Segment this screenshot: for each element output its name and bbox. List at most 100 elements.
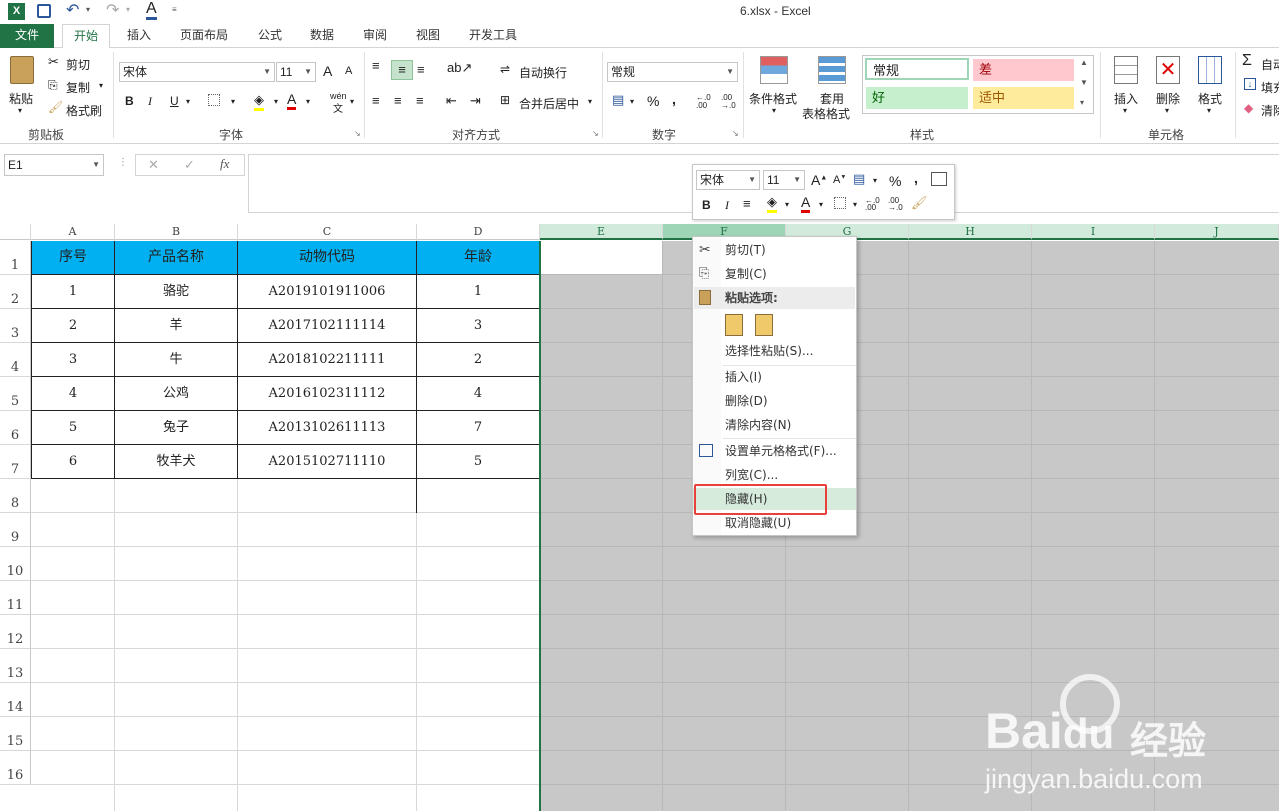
table-cell[interactable]: 公鸡: [115, 377, 238, 411]
align-middle-icon[interactable]: ≡: [391, 60, 413, 80]
tab-data[interactable]: 数据: [300, 24, 344, 48]
table-cell[interactable]: A2019101911006: [238, 275, 417, 309]
cond-dropdown-icon[interactable]: ▾: [772, 106, 776, 115]
row-header-13[interactable]: 13: [0, 649, 31, 683]
table-cell[interactable]: 4: [31, 377, 115, 411]
phonetic-bottom[interactable]: 文: [333, 100, 343, 115]
redo-dropdown-icon[interactable]: ▾: [126, 5, 130, 14]
row-header-14[interactable]: 14: [0, 683, 31, 717]
row-header-15[interactable]: 15: [0, 717, 31, 751]
mini-borders-icon[interactable]: [834, 197, 846, 209]
table-cell[interactable]: 1: [417, 275, 540, 309]
conditional-format-button[interactable]: 条件格式: [749, 90, 797, 107]
table-cell[interactable]: 7: [417, 411, 540, 445]
mini-increase-decimal-icon[interactable]: ←.0.00: [865, 197, 880, 212]
font-color-qat-icon[interactable]: A: [146, 0, 157, 20]
align-left-icon[interactable]: ≡: [372, 93, 380, 108]
clear-button[interactable]: 清除: [1261, 102, 1279, 119]
table-cell[interactable]: 5: [417, 445, 540, 479]
mini-font-color-dropdown-icon[interactable]: ▾: [819, 200, 823, 209]
font-size-combo[interactable]: 11 ▼: [276, 62, 316, 82]
font-name-combo[interactable]: 宋体 ▼: [119, 62, 275, 82]
delete-dropdown-icon[interactable]: ▾: [1165, 106, 1169, 115]
style-good[interactable]: 好: [866, 87, 968, 109]
font-color-button[interactable]: A: [287, 92, 297, 110]
gallery-more-icon[interactable]: ▾: [1080, 98, 1084, 107]
table-cell[interactable]: 4: [417, 377, 540, 411]
table-cell[interactable]: 3: [31, 343, 115, 377]
number-dialog-launcher-icon[interactable]: ↘: [732, 129, 739, 138]
number-format-combo[interactable]: 常规 ▼: [607, 62, 738, 82]
ctx-cut[interactable]: 剪切(T): [693, 239, 856, 261]
tab-formulas[interactable]: 公式: [248, 24, 292, 48]
table-cell[interactable]: 3: [417, 309, 540, 343]
bold-button[interactable]: B: [125, 94, 134, 108]
ctx-format-cells[interactable]: 设置单元格格式(F)...: [693, 440, 856, 462]
shrink-font-button[interactable]: A: [345, 65, 352, 77]
orientation-icon[interactable]: ab↗: [447, 60, 472, 76]
copy-dropdown-icon[interactable]: ▾: [99, 81, 103, 90]
undo-icon[interactable]: ↶: [66, 0, 79, 20]
table-cell[interactable]: 2: [417, 343, 540, 377]
column-header-c[interactable]: C: [238, 224, 417, 240]
font-color-dropdown-icon[interactable]: ▾: [306, 97, 310, 106]
delete-cells-button[interactable]: 删除: [1156, 90, 1180, 107]
mini-grow-font-icon[interactable]: A▲: [811, 172, 827, 188]
insert-cells-button[interactable]: 插入: [1114, 90, 1138, 107]
phonetic-dropdown-icon[interactable]: ▾: [350, 97, 354, 106]
ctx-column-width[interactable]: 列宽(C)...: [693, 464, 856, 486]
table-cell[interactable]: 骆驼: [115, 275, 238, 309]
table-cell[interactable]: 羊: [115, 309, 238, 343]
row-header-7[interactable]: 7: [0, 445, 31, 479]
table-cell[interactable]: A2017102111114: [238, 309, 417, 343]
table-cell[interactable]: 牛: [115, 343, 238, 377]
worksheet-grid[interactable]: A B C D E F G H I J 1 2 3 4 5 6 7 8 9 10…: [0, 224, 1279, 811]
wrap-text-button[interactable]: 自动换行: [519, 64, 567, 81]
column-header-e[interactable]: E: [540, 224, 663, 240]
mini-format-cells-icon[interactable]: [931, 172, 947, 186]
tab-home[interactable]: 开始: [62, 24, 110, 49]
mini-decrease-decimal-icon[interactable]: .00 →.0: [888, 197, 903, 212]
table-header-cell[interactable]: 年龄: [417, 241, 540, 275]
ctx-clear-contents[interactable]: 清除内容(N): [693, 414, 856, 436]
row-header-16[interactable]: 16: [0, 751, 31, 785]
mini-accounting-icon[interactable]: ▤: [853, 171, 865, 187]
paste-option-formatting-icon[interactable]: [725, 314, 743, 336]
row-header-4[interactable]: 4: [0, 343, 31, 377]
gallery-scroll-up-icon[interactable]: ▲: [1080, 58, 1088, 67]
column-header-h[interactable]: H: [909, 224, 1032, 240]
mini-font-name-combo[interactable]: 宋体 ▼: [696, 170, 760, 190]
row-header-12[interactable]: 12: [0, 615, 31, 649]
autosum-button[interactable]: 自动: [1261, 56, 1279, 73]
mini-format-painter-icon[interactable]: 🖌: [911, 195, 928, 211]
accounting-dropdown-icon[interactable]: ▾: [630, 97, 634, 106]
mini-shrink-font-icon[interactable]: A▼: [833, 174, 846, 186]
tab-file[interactable]: 文件: [0, 24, 54, 48]
row-header-3[interactable]: 3: [0, 309, 31, 343]
row-header-9[interactable]: 9: [0, 513, 31, 547]
fill-dropdown-icon[interactable]: ▾: [274, 97, 278, 106]
mini-bold-icon[interactable]: B: [702, 198, 711, 212]
fill-color-icon[interactable]: ◈: [254, 92, 264, 111]
style-normal[interactable]: 常规: [865, 58, 969, 80]
ctx-unhide[interactable]: 取消隐藏(U): [693, 512, 856, 534]
format-painter-button[interactable]: 格式刷: [66, 102, 102, 119]
mini-comma-icon[interactable]: ,: [914, 170, 918, 186]
underline-button[interactable]: U: [170, 94, 179, 108]
table-cell[interactable]: 5: [31, 411, 115, 445]
tab-review[interactable]: 审阅: [353, 24, 397, 48]
table-cell[interactable]: 兔子: [115, 411, 238, 445]
accounting-format-icon[interactable]: ▤: [612, 92, 624, 108]
copy-button[interactable]: 复制: [66, 79, 90, 96]
table-header-cell[interactable]: 序号: [31, 241, 115, 275]
alignment-dialog-launcher-icon[interactable]: ↘: [592, 129, 599, 138]
align-center-icon[interactable]: ≡: [394, 93, 402, 108]
row-header-11[interactable]: 11: [0, 581, 31, 615]
ctx-insert[interactable]: 插入(I): [693, 366, 856, 388]
row-header-6[interactable]: 6: [0, 411, 31, 445]
merge-center-button[interactable]: 合并后居中: [519, 95, 579, 112]
table-cell[interactable]: 牧羊犬: [115, 445, 238, 479]
increase-indent-icon[interactable]: ⇥: [470, 93, 481, 109]
insert-dropdown-icon[interactable]: ▾: [1123, 106, 1127, 115]
corner-select-all[interactable]: [0, 224, 31, 240]
